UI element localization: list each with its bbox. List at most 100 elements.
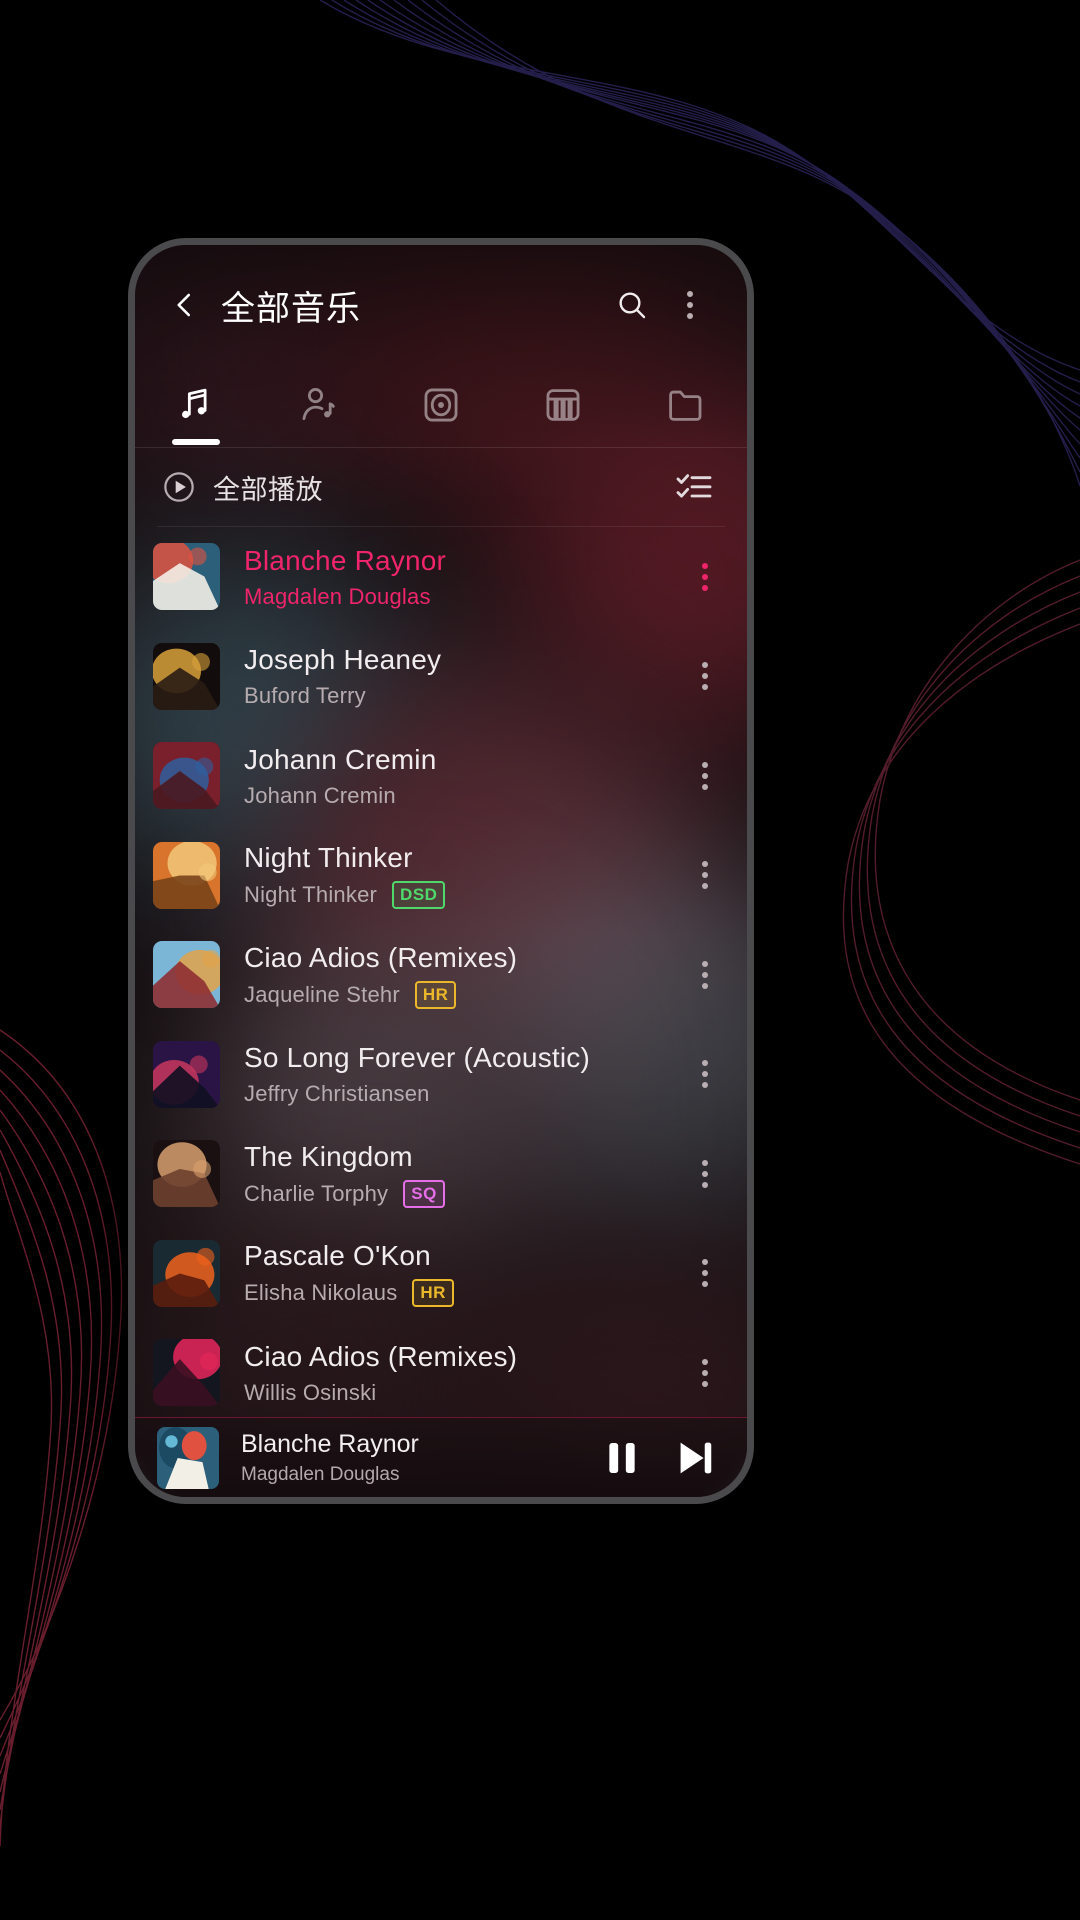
song-row[interactable]: Ciao Adios (Remixes) Willis Osinski — [135, 1323, 747, 1417]
search-icon[interactable] — [603, 276, 661, 334]
pause-icon — [609, 1442, 635, 1473]
mini-player-meta: Blanche Raynor Magdalen Douglas — [241, 1430, 591, 1486]
song-overflow-dots — [702, 1159, 708, 1188]
song-more-icon[interactable] — [677, 835, 733, 915]
song-row[interactable]: Johann Cremin Johann Cremin — [135, 726, 747, 826]
quality-badge: SQ — [403, 1179, 445, 1208]
song-meta: Ciao Adios (Remixes) Jaqueline Stehr HR — [244, 941, 677, 1009]
song-meta: Night Thinker Night Thinker DSD — [244, 841, 677, 910]
quality-badge: DSD — [392, 881, 446, 910]
song-row[interactable]: Pascale O'Kon Elisha Nikolaus HR — [135, 1224, 747, 1324]
song-overflow-dots — [702, 562, 708, 591]
tab-bar — [135, 363, 747, 447]
album-artwork — [153, 543, 220, 611]
song-more-icon[interactable] — [677, 1034, 733, 1114]
song-more-icon[interactable] — [677, 935, 733, 1015]
song-more-icon[interactable] — [677, 1333, 733, 1413]
song-title: So Long Forever (Acoustic) — [244, 1042, 591, 1074]
song-title: Johann Cremin — [244, 743, 437, 775]
song-artist: Buford Terry — [244, 683, 366, 709]
phone-frame: 全部音乐 全部播放 Blanche Raynor Magdalen Dougla… — [128, 238, 754, 1504]
song-row[interactable]: So Long Forever (Acoustic) Jeffry Christi… — [135, 1025, 747, 1125]
song-more-icon[interactable] — [677, 736, 733, 816]
tab-artists[interactable] — [257, 363, 379, 447]
song-artist: Johann Cremin — [244, 782, 396, 808]
song-meta: Ciao Adios (Remixes) Willis Osinski — [244, 1340, 677, 1406]
song-overflow-dots — [702, 1060, 708, 1089]
tab-folders[interactable] — [625, 363, 747, 447]
mini-player-artwork[interactable] — [157, 1426, 219, 1489]
song-title: Ciao Adios (Remixes) — [244, 1340, 518, 1372]
song-subtitle-row: Johann Cremin — [244, 783, 677, 809]
song-more-icon[interactable] — [677, 1134, 733, 1214]
song-title: Night Thinker — [244, 842, 413, 874]
song-title: Pascale O'Kon — [244, 1240, 431, 1272]
album-artwork — [153, 1339, 220, 1407]
song-list[interactable]: Blanche Raynor Magdalen Douglas Joseph Hea… — [135, 527, 747, 1417]
song-title: The Kingdom — [244, 1140, 413, 1172]
song-artist: Charlie Torphy — [244, 1180, 389, 1206]
album-artwork — [153, 841, 220, 909]
song-meta: Blanche Raynor Magdalen Douglas — [244, 544, 677, 610]
song-artist: Magdalen Douglas — [244, 583, 431, 609]
checklist-icon[interactable] — [667, 460, 721, 514]
skip-next-icon — [680, 1442, 712, 1473]
song-row[interactable]: Blanche Raynor Magdalen Douglas — [135, 527, 747, 627]
song-artist: Elisha Nikolaus — [244, 1280, 398, 1306]
tab-songs[interactable] — [135, 363, 257, 447]
song-meta: Pascale O'Kon Elisha Nikolaus HR — [244, 1239, 677, 1308]
song-subtitle-row: Elisha Nikolaus HR — [244, 1279, 677, 1308]
next-button[interactable] — [663, 1427, 725, 1489]
song-overflow-dots — [702, 662, 708, 691]
song-subtitle-row: Jeffry Christiansen — [244, 1081, 677, 1107]
song-overflow-dots — [702, 761, 708, 790]
quality-badge: HR — [412, 1279, 454, 1308]
album-artwork — [153, 742, 220, 810]
song-row[interactable]: Night Thinker Night Thinker DSD — [135, 826, 747, 926]
song-row[interactable]: The Kingdom Charlie Torphy SQ — [135, 1124, 747, 1224]
mini-player-artist: Magdalen Douglas — [241, 1463, 400, 1485]
album-artwork — [153, 1040, 220, 1108]
quality-badge: HR — [414, 980, 457, 1009]
album-artwork — [153, 1239, 220, 1307]
song-overflow-dots — [702, 861, 708, 890]
song-overflow-dots — [702, 1259, 708, 1288]
play-all-label: 全部播放 — [213, 474, 323, 505]
album-artwork — [153, 941, 220, 1009]
play-all-button[interactable]: 全部播放 — [161, 468, 323, 507]
song-meta: Johann Cremin Johann Cremin — [244, 743, 677, 809]
song-row[interactable]: Joseph Heaney Buford Terry — [135, 627, 747, 727]
overflow-dots — [687, 291, 693, 319]
tab-genres[interactable] — [502, 363, 624, 447]
page-title: 全部音乐 — [221, 289, 361, 328]
song-artist: Jaqueline Stehr — [244, 981, 400, 1007]
song-overflow-dots — [702, 1358, 708, 1387]
song-more-icon[interactable] — [677, 537, 733, 617]
album-artwork — [153, 642, 220, 710]
song-subtitle-row: Night Thinker DSD — [244, 881, 677, 910]
tab-albums[interactable] — [380, 363, 502, 447]
song-title: Ciao Adios (Remixes) — [244, 941, 518, 973]
app-header: 全部音乐 — [135, 245, 747, 365]
song-title: Blanche Raynor — [244, 544, 447, 576]
song-meta: The Kingdom Charlie Torphy SQ — [244, 1140, 677, 1208]
mini-player: Blanche Raynor Magdalen Douglas — [135, 1417, 747, 1497]
phone-screen: 全部音乐 全部播放 Blanche Raynor Magdalen Dougla… — [135, 245, 747, 1497]
more-vertical-icon[interactable] — [661, 276, 719, 334]
back-button[interactable] — [163, 283, 207, 327]
song-artist: Night Thinker — [244, 882, 378, 908]
song-title: Joseph Heaney — [244, 644, 442, 676]
song-more-icon[interactable] — [677, 636, 733, 716]
song-subtitle-row: Jaqueline Stehr HR — [244, 980, 677, 1009]
mini-player-title: Blanche Raynor — [241, 1429, 419, 1458]
song-subtitle-row: Charlie Torphy SQ — [244, 1179, 677, 1208]
pause-button[interactable] — [591, 1427, 653, 1489]
screenshot-root: 全部音乐 全部播放 Blanche Raynor Magdalen Dougla… — [0, 0, 1080, 1920]
song-overflow-dots — [702, 960, 708, 989]
song-more-icon[interactable] — [677, 1233, 733, 1313]
album-artwork — [153, 1140, 220, 1208]
song-subtitle-row: Magdalen Douglas — [244, 584, 677, 610]
tab-active-indicator — [172, 439, 221, 445]
song-artist: Jeffry Christiansen — [244, 1081, 430, 1107]
song-row[interactable]: Ciao Adios (Remixes) Jaqueline Stehr HR — [135, 925, 747, 1025]
